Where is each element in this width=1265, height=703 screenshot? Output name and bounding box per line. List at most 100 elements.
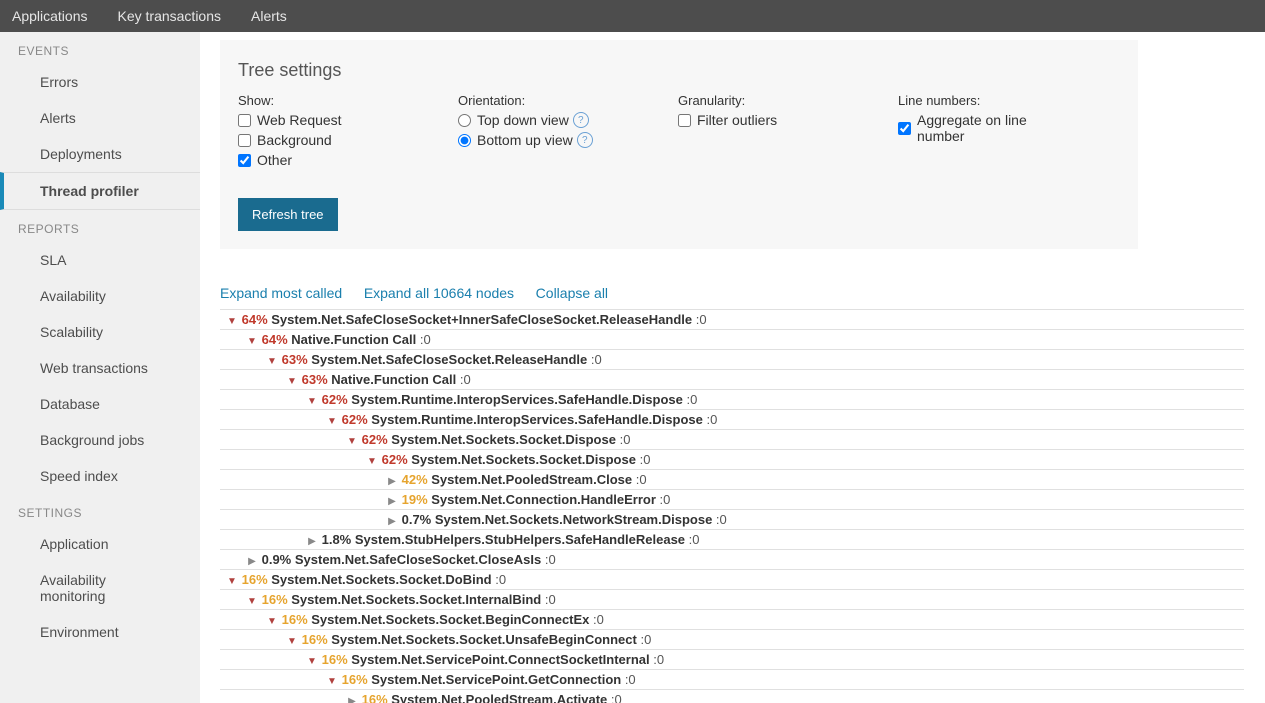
sidebar-item-background-jobs[interactable]: Background jobs: [0, 422, 200, 458]
chevron-right-icon[interactable]: ▶: [386, 476, 398, 487]
tree-row[interactable]: ▼ 16% System.Net.ServicePoint.GetConnect…: [220, 669, 1244, 690]
line-number: :0: [703, 412, 717, 427]
sidebar-item-web-transactions[interactable]: Web transactions: [0, 350, 200, 386]
sidebar-item-sla[interactable]: SLA: [0, 242, 200, 278]
bottom-up-radio[interactable]: [458, 134, 471, 147]
tree-row[interactable]: ▼ 16% System.Net.Sockets.Socket.Internal…: [220, 589, 1244, 610]
tree-row[interactable]: ▼ 62% System.Runtime.InteropServices.Saf…: [220, 409, 1244, 430]
nav-applications[interactable]: Applications: [12, 8, 88, 24]
tree-row[interactable]: ▼ 63% Native.Function Call :0: [220, 369, 1244, 390]
line-number: :0: [685, 532, 699, 547]
tree-row[interactable]: ▼ 64% Native.Function Call :0: [220, 329, 1244, 350]
tree-row[interactable]: ▼ 62% System.Net.Sockets.Socket.Dispose …: [220, 429, 1244, 450]
sidebar-item-alerts[interactable]: Alerts: [0, 100, 200, 136]
sidebar-item-availability[interactable]: Availability: [0, 278, 200, 314]
expand-most-called-link[interactable]: Expand most called: [220, 285, 342, 301]
expand-all-link[interactable]: Expand all 10664 nodes: [364, 285, 514, 301]
chevron-right-icon[interactable]: ▶: [346, 696, 358, 703]
method-name: System.Net.Sockets.Socket.UnsafeBeginCon…: [331, 632, 637, 647]
chevron-right-icon[interactable]: ▶: [386, 496, 398, 507]
line-number: :0: [616, 432, 630, 447]
chevron-down-icon[interactable]: ▼: [246, 336, 258, 347]
method-name: System.Net.Sockets.Socket.BeginConnectEx: [311, 612, 589, 627]
filter-outliers[interactable]: Filter outliers: [678, 112, 838, 128]
sidebar-item-database[interactable]: Database: [0, 386, 200, 422]
tree-row[interactable]: ▶ 42% System.Net.PooledStream.Close :0: [220, 469, 1244, 490]
chevron-right-icon[interactable]: ▶: [386, 516, 398, 527]
sidebar-item-application[interactable]: Application: [0, 526, 200, 562]
percentage-label: 0.7%: [398, 512, 435, 527]
aggregate-line-number[interactable]: Aggregate on line number: [898, 112, 1058, 144]
tree-row[interactable]: ▶ 16% System.Net.PooledStream.Activate :…: [220, 689, 1244, 703]
tree-row[interactable]: ▶ 19% System.Net.Connection.HandleError …: [220, 489, 1244, 510]
tree-row[interactable]: ▼ 16% System.Net.Sockets.Socket.DoBind :…: [220, 569, 1244, 590]
chevron-down-icon[interactable]: ▼: [226, 316, 238, 327]
tree-row[interactable]: ▼ 62% System.Net.Sockets.Socket.Dispose …: [220, 449, 1244, 470]
tree-row[interactable]: ▼ 64% System.Net.SafeCloseSocket+InnerSa…: [220, 309, 1244, 330]
tree-row[interactable]: ▼ 62% System.Runtime.InteropServices.Saf…: [220, 389, 1244, 410]
filter-outliers-checkbox[interactable]: [678, 114, 691, 127]
tree-row[interactable]: ▶ 0.7% System.Net.Sockets.NetworkStream.…: [220, 509, 1244, 530]
nav-alerts[interactable]: Alerts: [251, 8, 287, 24]
sidebar-item-thread-profiler[interactable]: Thread profiler: [0, 172, 200, 210]
top-nav: Applications Key transactions Alerts: [0, 0, 1265, 32]
chevron-down-icon[interactable]: ▼: [306, 656, 318, 667]
collapse-all-link[interactable]: Collapse all: [536, 285, 608, 301]
show-background[interactable]: Background: [238, 132, 398, 148]
chevron-down-icon[interactable]: ▼: [286, 376, 298, 387]
method-name: System.Net.PooledStream.Activate: [391, 692, 607, 703]
tree-row[interactable]: ▼ 16% System.Net.Sockets.Socket.BeginCon…: [220, 609, 1244, 630]
other-checkbox[interactable]: [238, 154, 251, 167]
refresh-tree-button[interactable]: Refresh tree: [238, 198, 338, 231]
background-checkbox[interactable]: [238, 134, 251, 147]
orientation-bottom-up[interactable]: Bottom up view?: [458, 132, 618, 148]
method-name: System.Runtime.InteropServices.SafeHandl…: [371, 412, 703, 427]
line-number: :0: [541, 552, 555, 567]
show-web-request[interactable]: Web Request: [238, 112, 398, 128]
sidebar-item-environment[interactable]: Environment: [0, 614, 200, 650]
help-icon[interactable]: ?: [577, 132, 593, 148]
aggregate-checkbox[interactable]: [898, 122, 911, 135]
line-number: :0: [636, 452, 650, 467]
top-down-radio[interactable]: [458, 114, 471, 127]
method-name: Native.Function Call: [291, 332, 416, 347]
chevron-down-icon[interactable]: ▼: [266, 616, 278, 627]
chevron-right-icon[interactable]: ▶: [306, 536, 318, 547]
percentage-label: 62%: [378, 452, 411, 467]
nav-key-transactions[interactable]: Key transactions: [118, 8, 222, 24]
tree-row[interactable]: ▼ 16% System.Net.ServicePoint.ConnectSoc…: [220, 649, 1244, 670]
method-name: System.Net.SafeCloseSocket.CloseAsIs: [295, 552, 541, 567]
sidebar-header-events: EVENTS: [0, 32, 200, 64]
sidebar-header-settings: SETTINGS: [0, 494, 200, 526]
tree-row[interactable]: ▼ 63% System.Net.SafeCloseSocket.Release…: [220, 349, 1244, 370]
sidebar-item-scalability[interactable]: Scalability: [0, 314, 200, 350]
chevron-down-icon[interactable]: ▼: [326, 676, 338, 687]
chevron-down-icon[interactable]: ▼: [366, 456, 378, 467]
sidebar-item-availability-monitoring[interactable]: Availability monitoring: [0, 562, 200, 614]
chevron-down-icon[interactable]: ▼: [346, 436, 358, 447]
help-icon[interactable]: ?: [573, 112, 589, 128]
chevron-right-icon[interactable]: ▶: [246, 556, 258, 567]
sidebar-item-errors[interactable]: Errors: [0, 64, 200, 100]
chevron-down-icon[interactable]: ▼: [226, 576, 238, 587]
chevron-down-icon[interactable]: ▼: [326, 416, 338, 427]
sidebar-item-speed-index[interactable]: Speed index: [0, 458, 200, 494]
main-content: Tree settings Show: Web Request Backgrou…: [200, 32, 1265, 703]
sidebar-item-deployments[interactable]: Deployments: [0, 136, 200, 172]
line-number: :0: [456, 372, 470, 387]
orientation-top-down[interactable]: Top down view?: [458, 112, 618, 128]
line-number: :0: [683, 392, 697, 407]
show-other[interactable]: Other: [238, 152, 398, 168]
method-name: System.Net.Sockets.Socket.DoBind: [271, 572, 491, 587]
tree-row[interactable]: ▼ 16% System.Net.Sockets.Socket.UnsafeBe…: [220, 629, 1244, 650]
chevron-down-icon[interactable]: ▼: [306, 396, 318, 407]
tree-row[interactable]: ▶ 1.8% System.StubHelpers.StubHelpers.Sa…: [220, 529, 1244, 550]
percentage-label: 16%: [298, 632, 331, 647]
sidebar: EVENTS Errors Alerts Deployments Thread …: [0, 32, 200, 703]
tree-row[interactable]: ▶ 0.9% System.Net.SafeCloseSocket.CloseA…: [220, 549, 1244, 570]
chevron-down-icon[interactable]: ▼: [286, 636, 298, 647]
web-request-checkbox[interactable]: [238, 114, 251, 127]
chevron-down-icon[interactable]: ▼: [266, 356, 278, 367]
chevron-down-icon[interactable]: ▼: [246, 596, 258, 607]
tree-actions: Expand most called Expand all 10664 node…: [220, 285, 1265, 301]
